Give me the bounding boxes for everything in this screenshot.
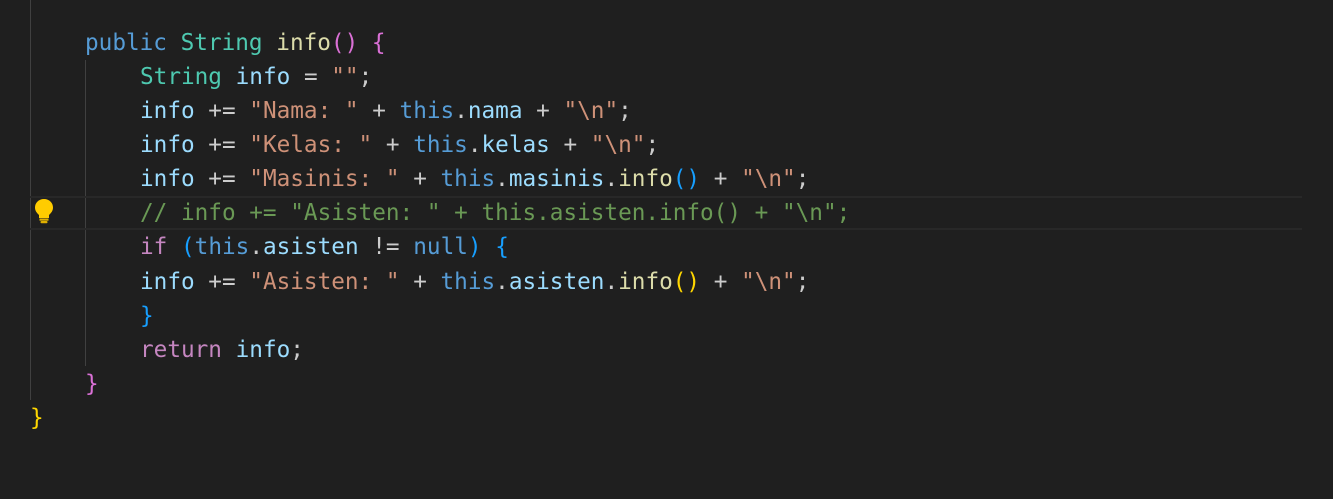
token-bracket_gold: }	[30, 405, 44, 431]
token-bracket_blue: (	[181, 234, 195, 260]
token-punct: +	[522, 98, 564, 124]
token-comment: // info += "Asisten: " + this.asisten.in…	[140, 200, 851, 226]
token-bracket_gold: ()	[672, 269, 701, 295]
token-punct: +	[700, 269, 742, 295]
token-punct: +	[358, 98, 400, 124]
code-line-append-kelas[interactable]: info += "Kelas: " + this.kelas + "\n";	[140, 128, 659, 162]
token-punct: .	[604, 269, 619, 295]
code-line-method-signature[interactable]: public String info() {	[85, 26, 386, 60]
token-punct	[222, 64, 236, 90]
code-line-append-masinis[interactable]: info += "Masinis: " + this.masinis.info(…	[140, 162, 809, 196]
token-punct: .	[495, 269, 509, 295]
token-keyword: null	[413, 234, 468, 260]
token-variable: nama	[467, 98, 523, 124]
token-control: return	[140, 337, 222, 363]
token-variable: masinis	[508, 166, 605, 192]
token-punct: +	[372, 132, 414, 158]
token-function: info	[618, 166, 673, 192]
token-variable: info	[140, 98, 195, 124]
token-punct: ;	[795, 166, 810, 192]
token-type: String	[140, 64, 222, 90]
token-punct: ;	[645, 132, 660, 158]
token-keyword: this	[440, 269, 496, 295]
token-punct: .	[495, 166, 509, 192]
token-punct: +=	[194, 166, 250, 192]
code-editor[interactable]: public String info() {String info = ""; i…	[0, 0, 1333, 499]
token-bracket_blue: }	[140, 303, 154, 329]
token-string: "\n"	[741, 166, 796, 192]
token-punct: +	[399, 166, 441, 192]
code-line-append-nama[interactable]: info += "Nama: " + this.nama + "\n";	[140, 94, 632, 128]
token-keyword: public	[85, 30, 167, 56]
token-punct: ;	[290, 337, 304, 363]
token-keyword: this	[399, 98, 455, 124]
token-variable: info	[140, 132, 195, 158]
token-punct: .	[467, 132, 482, 158]
token-punct: .	[454, 98, 468, 124]
token-keyword: this	[194, 234, 250, 260]
token-string: "Asisten: "	[249, 269, 400, 295]
token-punct: +=	[194, 98, 250, 124]
token-function: info	[618, 269, 673, 295]
token-variable: info	[235, 64, 291, 90]
token-variable: info	[140, 166, 195, 192]
token-punct: !=	[358, 234, 414, 260]
token-type: String	[180, 30, 263, 56]
token-function: info	[276, 30, 331, 56]
token-punct: +=	[194, 132, 250, 158]
code-line-close-if[interactable]: }	[140, 299, 154, 333]
token-keyword: this	[440, 166, 496, 192]
token-control: if	[140, 234, 168, 260]
code-line-declare-info[interactable]: String info = "";	[140, 60, 372, 94]
token-bracket_pink: }	[85, 371, 99, 397]
token-bracket_pink: ()	[330, 30, 359, 56]
lightbulb-icon[interactable]	[34, 198, 54, 224]
token-punct	[222, 337, 236, 363]
token-punct: +	[549, 132, 591, 158]
token-variable: asisten	[262, 234, 359, 260]
token-punct: ;	[795, 269, 810, 295]
token-string: "Kelas: "	[249, 132, 373, 158]
token-punct	[263, 30, 277, 56]
token-punct: .	[249, 234, 263, 260]
token-string: "\n"	[741, 269, 796, 295]
token-variable: kelas	[481, 132, 550, 158]
token-keyword: this	[413, 132, 468, 158]
code-line-append-asisten[interactable]: info += "Asisten: " + this.asisten.info(…	[140, 265, 809, 299]
token-string: "\n"	[590, 132, 646, 158]
code-line-if-asisten[interactable]: if (this.asisten != null) {	[140, 230, 509, 264]
token-bracket_blue: )	[467, 234, 482, 260]
token-string: "Masinis: "	[249, 166, 400, 192]
token-punct	[358, 30, 372, 56]
token-punct	[167, 234, 181, 260]
token-punct	[167, 30, 181, 56]
token-string: "Nama: "	[249, 98, 359, 124]
code-line-comment-asisten[interactable]: // info += "Asisten: " + this.asisten.in…	[30, 196, 1302, 230]
code-line-close-class[interactable]: }	[30, 401, 44, 435]
token-string: ""	[331, 64, 359, 90]
token-bracket_pink: {	[371, 30, 386, 56]
token-variable: asisten	[508, 269, 605, 295]
token-bracket_blue: ()	[672, 166, 701, 192]
token-string: "\n"	[563, 98, 619, 124]
token-punct: +	[700, 166, 742, 192]
token-punct	[482, 234, 496, 260]
token-punct: ;	[358, 64, 373, 90]
token-punct: .	[604, 166, 619, 192]
code-line-close-method[interactable]: }	[85, 367, 99, 401]
token-punct: ;	[618, 98, 632, 124]
token-punct: =	[290, 64, 332, 90]
token-punct: +=	[194, 269, 250, 295]
token-bracket_blue: {	[495, 234, 509, 260]
token-variable: info	[235, 337, 291, 363]
token-variable: info	[140, 269, 195, 295]
token-punct: +	[399, 269, 441, 295]
code-line-return-info[interactable]: return info;	[140, 333, 304, 367]
